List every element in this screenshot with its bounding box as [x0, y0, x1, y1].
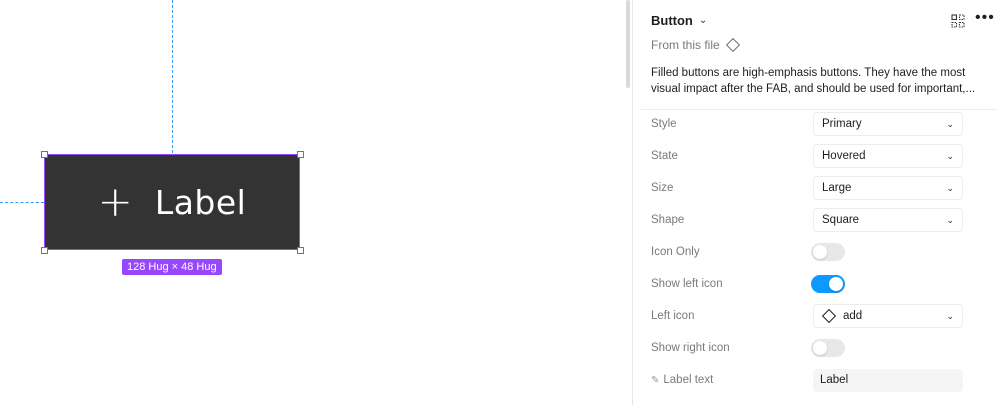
size-select[interactable]: Large ⌄: [813, 176, 963, 200]
select-value: Large: [822, 182, 852, 194]
label-text-input[interactable]: Label: [813, 369, 963, 392]
chevron-down-icon: ⌄: [946, 182, 954, 193]
toggle-knob: [813, 341, 827, 355]
button-component-instance[interactable]: + Label: [44, 154, 300, 250]
selection-handle-top-left[interactable]: [41, 151, 48, 158]
chevron-down-icon: ⌄: [946, 310, 954, 321]
select-value: Square: [822, 214, 860, 226]
component-grid-icon[interactable]: [951, 14, 965, 28]
property-label: Show left icon: [651, 278, 723, 290]
horizontal-guide-line: [0, 202, 44, 203]
source-file-label: From this file: [651, 38, 720, 52]
toggle-knob: [829, 277, 843, 291]
selection-handle-top-right[interactable]: [297, 151, 304, 158]
more-options-icon[interactable]: •••: [975, 9, 995, 27]
chevron-down-icon: ⌄: [946, 214, 954, 225]
property-label: Left icon: [651, 310, 695, 322]
component-diamond-icon: [821, 308, 837, 324]
chevron-down-icon: ⌄: [698, 15, 708, 26]
property-label: State: [651, 150, 678, 162]
property-label: Show right icon: [651, 342, 730, 354]
show-right-icon-toggle[interactable]: [811, 339, 845, 357]
property-row-show-left-icon: Show left icon: [633, 269, 997, 301]
show-left-icon-toggle[interactable]: [811, 275, 845, 293]
pencil-icon: ✎: [651, 375, 660, 386]
property-row-state: State Hovered ⌄: [633, 141, 997, 173]
style-select[interactable]: Primary ⌄: [813, 112, 963, 136]
property-label: Style: [651, 118, 677, 130]
select-value: add: [843, 310, 863, 322]
vertical-guide-line: [172, 0, 173, 153]
left-icon-select[interactable]: add ⌄: [813, 304, 963, 328]
property-label-with-icon: ✎ Label text: [651, 374, 713, 386]
property-label: Icon Only: [651, 246, 700, 258]
chevron-down-icon: ⌄: [946, 150, 954, 161]
component-title: Button: [651, 13, 693, 28]
properties-panel: Button ⌄ ••• From this file Filled butto…: [626, 0, 997, 405]
shape-select[interactable]: Square ⌄: [813, 208, 963, 232]
select-value: Primary: [822, 118, 862, 130]
selection-handle-bottom-right[interactable]: [297, 247, 304, 254]
property-label: Shape: [651, 214, 685, 226]
button-label-text: Label: [154, 182, 247, 222]
dimension-badge: 128 Hug × 48 Hug: [122, 259, 222, 275]
property-row-style: Style Primary ⌄: [633, 109, 997, 141]
property-row-label-text: ✎ Label text Label: [633, 365, 997, 397]
source-file-link[interactable]: From this file: [651, 37, 740, 53]
property-label: Label text: [663, 374, 714, 386]
chevron-down-icon: ⌄: [946, 118, 954, 129]
state-select[interactable]: Hovered ⌄: [813, 144, 963, 168]
panel-scrollbar[interactable]: [626, 0, 630, 88]
component-diamond-icon: [725, 37, 740, 53]
select-value: Hovered: [822, 150, 866, 162]
property-row-icon-only: Icon Only: [633, 237, 997, 269]
property-row-shape: Shape Square ⌄: [633, 205, 997, 237]
component-name-dropdown[interactable]: Button ⌄: [651, 13, 707, 28]
property-label: Size: [651, 182, 674, 194]
property-row-left-icon: Left icon add ⌄: [633, 301, 997, 333]
add-icon: +: [97, 177, 133, 226]
icon-only-toggle[interactable]: [811, 243, 845, 261]
property-row-size: Size Large ⌄: [633, 173, 997, 205]
toggle-knob: [813, 245, 827, 259]
selection-handle-bottom-left[interactable]: [41, 247, 48, 254]
property-row-show-right-icon: Show right icon: [633, 333, 997, 365]
component-description: Filled buttons are high-emphasis buttons…: [651, 67, 976, 95]
design-canvas[interactable]: + Label 128 Hug × 48 Hug: [0, 0, 632, 405]
